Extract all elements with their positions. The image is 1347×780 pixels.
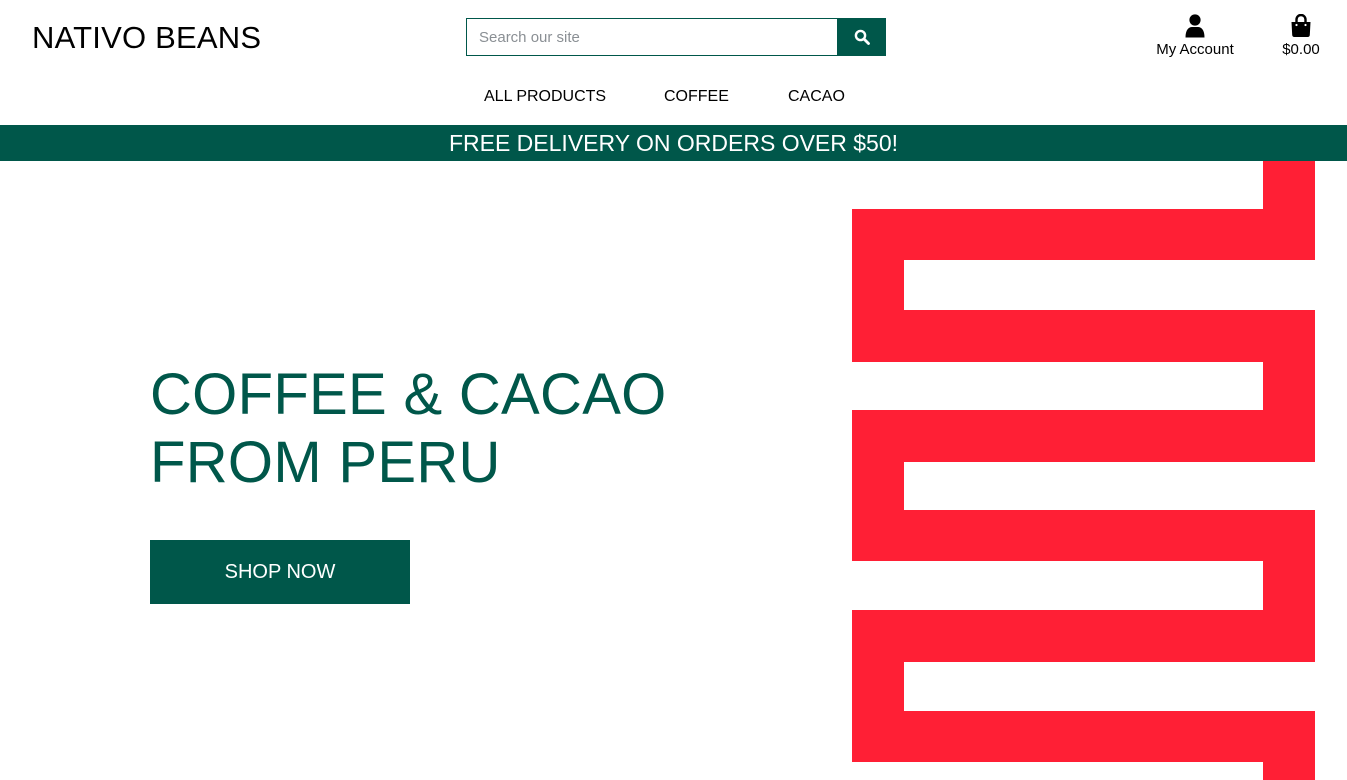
hero-title-line-2: FROM PERU: [150, 430, 501, 495]
shop-now-button[interactable]: SHOP NOW: [150, 540, 410, 604]
search-icon: [854, 29, 870, 45]
nav-item-coffee[interactable]: COFFEE: [664, 86, 729, 108]
shopping-bag-icon: [1291, 14, 1311, 38]
main-nav: ALL PRODUCTS COFFEE CACAO: [0, 86, 1347, 110]
pattern-red-fill: [852, 161, 1315, 780]
hero-title: COFFEE & CACAO FROM PERU: [150, 361, 750, 497]
search-form: [466, 18, 886, 56]
brand-logo[interactable]: NATIVO BEANS: [32, 18, 261, 58]
my-account-link[interactable]: My Account: [1146, 12, 1244, 61]
nav-item-cacao[interactable]: CACAO: [788, 86, 845, 108]
nav-item-all-products[interactable]: ALL PRODUCTS: [484, 86, 606, 108]
site-header: NATIVO BEANS My Account $: [0, 0, 1347, 125]
pattern-zigzag-upper: [852, 161, 1314, 411]
hero-section: COFFEE & CACAO FROM PERU SHOP NOW: [0, 161, 1347, 780]
cart-link[interactable]: $0.00: [1270, 12, 1332, 61]
cart-total: $0.00: [1282, 41, 1320, 58]
my-account-label: My Account: [1156, 41, 1234, 58]
free-delivery-banner: FREE DELIVERY ON ORDERS OVER $50!: [0, 125, 1347, 161]
search-button[interactable]: [837, 18, 886, 56]
hero-pattern-graphic: [852, 161, 1315, 780]
user-icon: [1185, 14, 1205, 38]
search-input[interactable]: [466, 18, 837, 56]
hero-title-line-1: COFFEE & CACAO: [150, 362, 667, 427]
